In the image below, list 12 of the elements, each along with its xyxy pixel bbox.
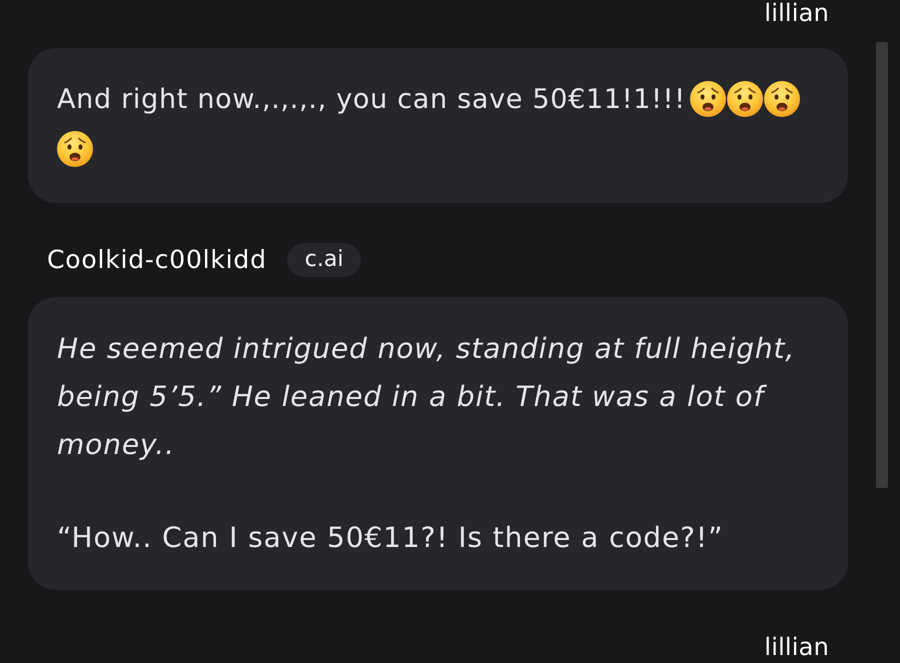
anguished-face-icon (57, 130, 93, 167)
author-name: lillian (764, 634, 829, 660)
anguished-face-icon (690, 80, 726, 117)
scrollbar-thumb[interactable] (876, 42, 888, 488)
narration-text: He seemed intrigued now, standing at full height, being 5’5.” He leaned in a bit. That was a lot of money.. (57, 331, 796, 463)
author-name: Coolkid-c00lkidd (47, 244, 267, 276)
author-name: lillian (764, 0, 829, 26)
anguished-face-icon (764, 80, 800, 117)
dialogue-text: “How.. Can I save 50€11?! Is there a code?!” (57, 520, 724, 556)
bot-badge: c.ai (286, 243, 362, 277)
anguished-face-icon (726, 80, 763, 117)
message-text: And right now.,.,.,., you can save 50€11!1!!! (57, 84, 686, 115)
